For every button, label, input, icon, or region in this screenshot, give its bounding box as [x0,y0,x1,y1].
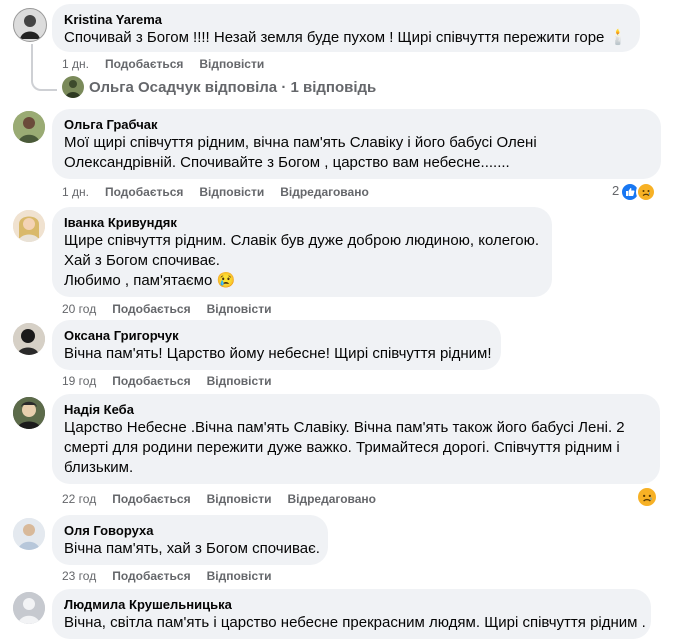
comment-bubble: Надія Кеба Царство Небесне .Вічна пам'ят… [52,394,660,484]
comment-author[interactable]: Людмила Крушельницька [64,597,639,613]
reply-button[interactable]: Відповісти [207,374,272,388]
comment-bubble: Людмила Крушельницька Вічна, світла пам'… [52,589,651,639]
like-button[interactable]: Подобається [105,185,183,199]
reply-button[interactable]: Відповісти [207,569,272,583]
like-button[interactable]: Подобається [112,569,190,583]
avatar[interactable] [13,210,45,242]
comment-author[interactable]: Оксана Григорчук [64,328,489,344]
avatar[interactable] [13,323,45,355]
comment-actions: 1 дн. Подобається Відповісти Відредаговано [62,184,385,200]
comment-time[interactable]: 1 дн. [62,185,89,199]
avatar[interactable] [13,111,45,143]
comment-actions: 23 год Подобається Відповісти [62,568,287,584]
sad-face-icon [636,182,656,202]
comment-text: Мої щирі співчуття рідним, вічна пам'ять… [64,134,537,151]
reaction-summary[interactable]: 2 [612,180,660,202]
avatar[interactable] [13,518,45,550]
like-button[interactable]: Подобається [112,492,190,506]
reply-button[interactable]: Відповісти [207,492,272,506]
comment-text: смерті для родини пережити дуже важко. Т… [64,439,620,456]
like-button[interactable]: Подобається [105,57,183,71]
comment-text: Олександрівній. Спочивайте з Богом , цар… [64,154,510,171]
comment-bubble: Оля Говоруха Вічна пам'ять, хай з Богом … [52,515,328,565]
thread-connector [31,44,57,91]
reaction-summary[interactable] [636,486,660,510]
comment-actions: 22 год Подобається Відповісти Відредаговано [62,491,392,507]
reply-button[interactable]: Відповісти [207,302,272,316]
comment-author[interactable]: Kristina Yarema [64,12,628,28]
comment-actions: 20 год Подобається Відповісти [62,301,287,317]
avatar[interactable] [13,397,45,429]
comment-time[interactable]: 20 год [62,302,96,316]
comment-text: Любимо , пам'ятаємо 😢 [64,272,236,289]
comment-time[interactable]: 23 год [62,569,96,583]
comment-time[interactable]: 22 год [62,492,96,506]
comment-bubble: Оксана Григорчук Вічна пам'ять! Царство … [52,320,501,370]
avatar[interactable] [62,76,84,98]
reply-button[interactable]: Відповісти [199,185,264,199]
like-button[interactable]: Подобається [112,302,190,316]
comment-text: близьким. [64,459,134,476]
edited-label[interactable]: Відредаговано [280,185,369,199]
comment-text: Хай з Богом спочиває. [64,252,220,269]
comment-author[interactable]: Іванка Кривундяк [64,215,540,231]
view-replies-link[interactable]: Ольга Осадчук відповіла · 1 відповідь [89,79,376,96]
avatar[interactable] [13,592,45,624]
comment-author[interactable]: Оля Говоруха [64,523,316,539]
edited-label[interactable]: Відредаговано [287,492,376,506]
comment-text: Спочивай з Богом !!!! Незай земля буде п… [64,29,628,46]
comment-time[interactable]: 19 год [62,374,96,388]
avatar[interactable] [13,8,47,42]
comment-actions: 19 год Подобається Відповісти [62,373,287,389]
comment-text: Щире співчуття рідним. Славік був дуже д… [64,232,539,249]
comment-time[interactable]: 1 дн. [62,57,89,71]
like-button[interactable]: Подобається [112,374,190,388]
reply-button[interactable]: Відповісти [199,57,264,71]
comment-author[interactable]: Надія Кеба [64,402,648,418]
comment-text: Вічна пам'ять, хай з Богом спочиває. [64,540,320,557]
reaction-count: 2 [612,183,620,198]
sad-face-icon [636,486,658,508]
comment-text: Царство Небесне .Вічна пам'ять Славіку. … [64,419,625,436]
comment-text: Вічна пам'ять! Царство йому небесне! Щир… [64,345,492,362]
comment-text: Вічна, світла пам'ять і царство небесне … [64,614,646,631]
comment-author[interactable]: Ольга Грабчак [64,117,649,133]
comment-bubble: Ольга Грабчак Мої щирі співчуття рідним,… [52,109,661,179]
comment-bubble: Kristina Yarema Спочивай з Богом !!!! Не… [52,4,640,52]
comment-bubble: Іванка Кривундяк Щире співчуття рідним. … [52,207,552,297]
comment-actions: 1 дн. Подобається Відповісти [62,56,280,72]
